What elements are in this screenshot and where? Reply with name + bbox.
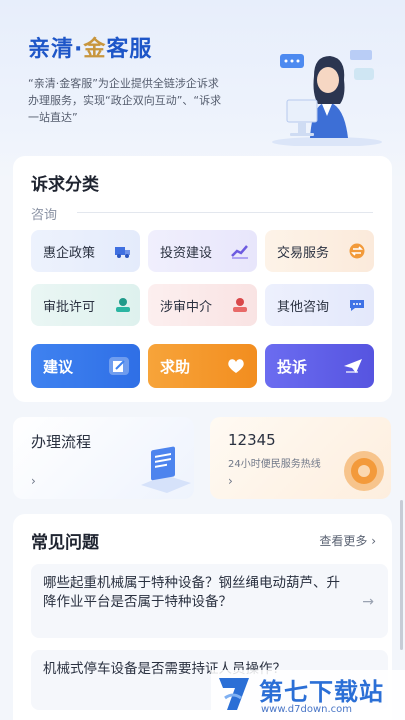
title-part-1: 亲清· [28, 37, 84, 62]
tile-label: 投资建设 [160, 245, 213, 261]
scrollbar[interactable] [400, 500, 403, 650]
tile-approval-license[interactable]: 审批许可 [31, 284, 140, 326]
exchange-icon [349, 243, 365, 259]
tile-review-agency[interactable]: 涉审中介 [148, 284, 257, 326]
action-label: 投诉 [277, 357, 308, 376]
send-icon [344, 359, 362, 373]
title-part-gold: 金 [83, 37, 107, 62]
app-title: 亲清·金客服 [28, 31, 152, 63]
agent-icon [233, 298, 247, 312]
divider [77, 212, 373, 213]
customer-service-illustration [272, 50, 382, 146]
chevron-right-icon[interactable]: › [31, 473, 47, 489]
tile-other-consult[interactable]: 其他咨询 [265, 284, 374, 326]
help-button[interactable]: 求助 [148, 344, 257, 388]
tile-trade-service[interactable]: 交易服务 [265, 230, 374, 272]
watermark-text: 第七下载站 [259, 678, 384, 706]
tile-label: 其他咨询 [277, 299, 330, 315]
chat-icon [350, 300, 364, 311]
category-title: 诉求分类 [31, 175, 99, 195]
watermark: 第七下载站 www.d7down.com [211, 670, 405, 720]
hotline-number: 12345 [228, 431, 276, 449]
category-card: 诉求分类 咨询 惠企政策 投资建设 交易服务 审批许可 涉审中介 其他咨询 建议… [13, 156, 392, 402]
hotline-card[interactable]: 12345 24小时便民服务热线 › [210, 417, 391, 499]
process-card[interactable]: 办理流程 › [13, 417, 194, 499]
phone-illustration [344, 451, 384, 491]
consult-label: 咨询 [31, 208, 58, 223]
tile-enterprise-policy[interactable]: 惠企政策 [31, 230, 140, 272]
view-more-link[interactable]: 查看更多 › [319, 532, 376, 549]
chart-icon [231, 245, 248, 259]
tile-label: 惠企政策 [43, 245, 96, 261]
hero-banner: 亲清·金客服 “亲清·金客服”为企业提供全链涉企诉求办理服务，实现“政企双向互动… [0, 0, 405, 180]
tile-investment-construction[interactable]: 投资建设 [148, 230, 257, 272]
watermark-logo-icon [219, 678, 249, 710]
hotline-subtitle: 24小时便民服务热线 [228, 459, 321, 470]
tile-label: 审批许可 [43, 299, 96, 315]
heart-hand-icon [228, 359, 244, 373]
faq-question: 哪些起重机械属于特种设备？钢丝绳电动葫芦、升降作业平台是否属于特种设备？ [43, 575, 340, 610]
person-icon [116, 298, 130, 312]
tile-label: 交易服务 [277, 245, 330, 261]
complaint-button[interactable]: 投诉 [265, 344, 374, 388]
faq-title: 常见问题 [31, 533, 99, 553]
action-label: 求助 [160, 357, 191, 376]
process-title: 办理流程 [31, 433, 92, 451]
document-illustration [141, 446, 191, 493]
action-label: 建议 [43, 357, 74, 376]
suggestion-button[interactable]: 建议 [31, 344, 140, 388]
hero-description: “亲清·金客服”为企业提供全链涉企诉求办理服务，实现“政企双向互动”、“诉求一站… [28, 77, 222, 124]
arrow-right-icon: → [362, 594, 374, 610]
truck-icon [115, 247, 130, 258]
faq-item[interactable]: 哪些起重机械属于特种设备？钢丝绳电动葫芦、升降作业平台是否属于特种设备？ → [31, 564, 388, 638]
edit-icon [109, 357, 129, 375]
tile-label: 涉审中介 [160, 299, 213, 315]
chevron-right-icon[interactable]: › [228, 473, 244, 489]
watermark-url: www.d7down.com [261, 704, 353, 715]
title-part-2: 客服 [106, 37, 153, 62]
